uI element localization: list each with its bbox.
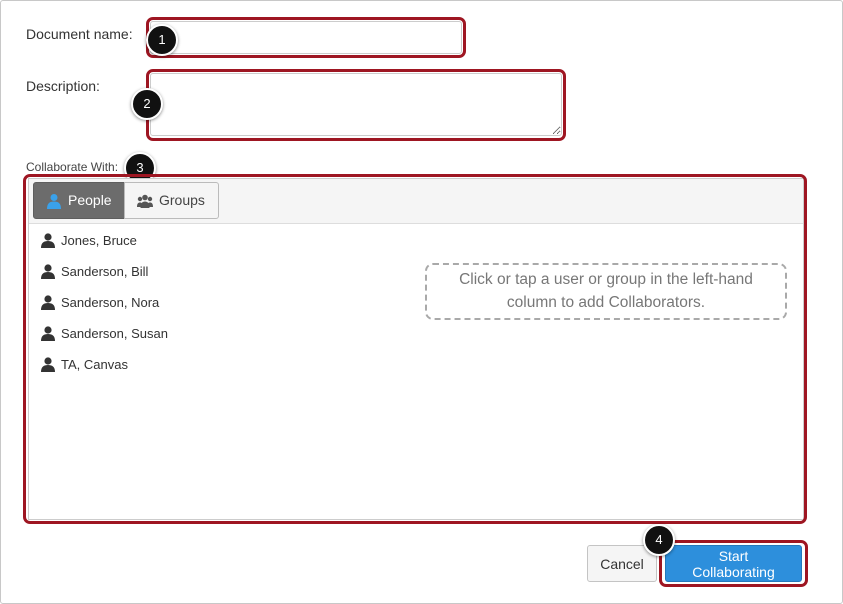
user-name: Sanderson, Susan <box>61 326 168 341</box>
group-icon <box>137 194 153 208</box>
user-row[interactable]: Jones, Bruce <box>41 233 137 248</box>
user-name: TA, Canvas <box>61 357 128 372</box>
user-name: Sanderson, Nora <box>61 295 160 310</box>
user-icon <box>41 326 55 341</box>
user-icon <box>41 233 55 248</box>
user-name: Sanderson, Bill <box>61 264 149 279</box>
user-name: Jones, Bruce <box>61 233 137 248</box>
user-row[interactable]: TA, Canvas <box>41 357 128 372</box>
callout-badge-1: 1 <box>146 24 178 56</box>
user-row[interactable]: Sanderson, Bill <box>41 264 148 279</box>
user-icon <box>41 357 55 372</box>
tab-groups[interactable]: Groups <box>124 182 219 219</box>
collaborate-with-label: Collaborate With: <box>26 160 119 174</box>
document-name-label: Document name: <box>26 26 133 42</box>
document-name-field[interactable] <box>150 21 462 54</box>
collaborators-hint: Click or tap a user or group in the left… <box>425 263 787 320</box>
collaborators-panel: People Groups Jones, Bruce Sanderson, Bi… <box>28 178 804 520</box>
start-collaborating-button[interactable]: Start Collaborating <box>665 545 802 582</box>
user-icon <box>41 295 55 310</box>
callout-badge-4: 4 <box>643 524 675 556</box>
hint-line-1: Click or tap a user or group in the left… <box>459 271 753 288</box>
user-row[interactable]: Sanderson, Nora <box>41 295 159 310</box>
tab-people-label: People <box>68 192 112 208</box>
collaborators-tabs-bar: People Groups <box>29 179 803 224</box>
tab-people[interactable]: People <box>33 182 125 219</box>
person-icon <box>46 193 62 209</box>
callout-badge-2: 2 <box>131 88 163 120</box>
user-row[interactable]: Sanderson, Susan <box>41 326 168 341</box>
description-label: Description: <box>26 78 100 94</box>
hint-line-2: column to add Collaborators. <box>506 294 706 311</box>
description-field[interactable] <box>150 73 562 136</box>
tab-groups-label: Groups <box>159 192 205 208</box>
user-icon <box>41 264 55 279</box>
